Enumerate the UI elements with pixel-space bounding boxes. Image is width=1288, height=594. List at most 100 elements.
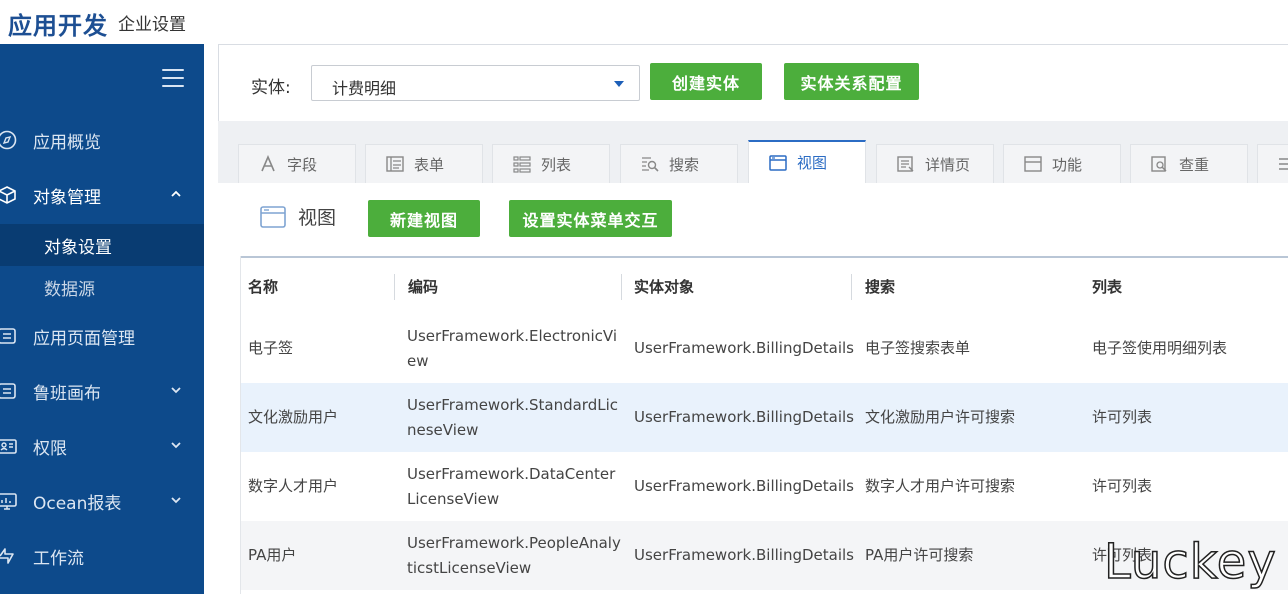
tab-label: 详情页 bbox=[925, 155, 971, 174]
create-entity-button[interactable]: 创建实体 bbox=[650, 63, 762, 100]
list-icon bbox=[1279, 158, 1288, 170]
tab-label: 功能 bbox=[1052, 155, 1083, 174]
tab-lists[interactable]: 列表 bbox=[492, 144, 610, 183]
column-header-search[interactable]: 搜索 bbox=[865, 258, 895, 314]
list-icon bbox=[513, 156, 531, 173]
tab-label: 列表 bbox=[541, 155, 572, 174]
app-subtitle[interactable]: 企业设置 bbox=[118, 10, 186, 35]
table-header: 名称 编码 实体对象 搜索 列表 bbox=[241, 256, 1288, 314]
tab-label: 搜索 bbox=[669, 155, 700, 174]
table-row[interactable]: 数字人才用户 UserFramework.DataCenterLicenseVi… bbox=[241, 452, 1288, 521]
tab-search[interactable]: 搜索 bbox=[620, 144, 738, 183]
column-header-code[interactable]: 编码 bbox=[408, 258, 438, 314]
sidebar-subitem-data-source[interactable]: 数据源 bbox=[0, 266, 204, 308]
new-view-button[interactable]: 新建视图 bbox=[368, 200, 480, 237]
app-title: 应用开发 bbox=[8, 12, 108, 40]
view-panel: 视图 新建视图 设置实体菜单交互 名称 编码 实体对象 搜索 列表 电子签 Us… bbox=[218, 183, 1288, 594]
cell-code: UserFramework.DataCenterLicenseView bbox=[407, 464, 616, 508]
sidebar-item-ocean-reports[interactable]: Ocean报表 bbox=[0, 475, 204, 527]
tab-label: 表单 bbox=[414, 155, 445, 174]
chevron-up-icon bbox=[171, 190, 181, 197]
tab-functions[interactable]: 功能 bbox=[1003, 144, 1121, 183]
cell-entity: UserFramework.BillingDetails bbox=[634, 546, 854, 564]
form-icon bbox=[386, 156, 404, 172]
tab-more[interactable] bbox=[1257, 144, 1288, 183]
view-title-text: 视图 bbox=[298, 207, 337, 229]
sidebar-item-label: 鲁班画布 bbox=[33, 383, 101, 404]
tab-label: 字段 bbox=[287, 155, 318, 174]
column-header-list[interactable]: 列表 bbox=[1092, 258, 1122, 314]
column-divider[interactable] bbox=[394, 274, 395, 300]
cell-name: 文化激励用户 bbox=[248, 408, 339, 426]
cell-code: UserFramework.StandardLicneseView bbox=[407, 395, 619, 439]
duplicate-check-icon bbox=[1151, 156, 1167, 172]
cell-name: 数字人才用户 bbox=[248, 477, 339, 495]
sidebar-item-permissions[interactable]: 权限 bbox=[0, 420, 204, 472]
sidebar-item-label: 应用页面管理 bbox=[33, 328, 135, 349]
cell-entity: UserFramework.BillingDetails bbox=[634, 339, 854, 357]
view-section-title: 视图 bbox=[260, 203, 336, 230]
entity-menu-interaction-button[interactable]: 设置实体菜单交互 bbox=[509, 200, 672, 237]
main-content: 实体: 计费明细 创建实体 实体关系配置 字段 表单 列表 搜索 视图 详情页 … bbox=[218, 44, 1288, 594]
chevron-down-icon bbox=[171, 387, 181, 394]
sidebar-item-overview[interactable]: 应用概览 bbox=[0, 114, 204, 166]
sidebar-item-workflow[interactable]: 工作流 bbox=[0, 530, 204, 582]
entity-select-value: 计费明细 bbox=[332, 79, 397, 98]
canvas-icon bbox=[0, 383, 16, 399]
sidebar: 应用概览 对象管理 对象设置 数据源 应用页面管理 鲁班画布 权限 Ocean报… bbox=[0, 44, 204, 594]
tab-views[interactable]: 视图 bbox=[748, 140, 866, 183]
entity-relation-config-button[interactable]: 实体关系配置 bbox=[784, 63, 919, 100]
cell-code: UserFramework.PeopleAnalyticstLicenseVie… bbox=[407, 533, 621, 577]
cube-icon bbox=[0, 186, 16, 204]
tab-detail-page[interactable]: 详情页 bbox=[876, 144, 994, 183]
window-icon bbox=[769, 154, 787, 171]
chevron-down-icon bbox=[171, 442, 181, 449]
cell-search: 数字人才用户许可搜索 bbox=[865, 477, 1016, 495]
dropdown-caret-icon bbox=[614, 81, 624, 87]
tab-fields[interactable]: 字段 bbox=[238, 144, 356, 183]
tab-label: 视图 bbox=[797, 154, 828, 172]
detail-icon bbox=[897, 156, 914, 172]
page-icon bbox=[0, 328, 16, 344]
tab-label: 查重 bbox=[1179, 155, 1210, 174]
column-divider[interactable] bbox=[851, 274, 852, 300]
function-icon bbox=[1024, 156, 1042, 172]
sidebar-item-luban-canvas[interactable]: 鲁班画布 bbox=[0, 365, 204, 417]
cell-entity: UserFramework.BillingDetails bbox=[634, 477, 854, 495]
flow-icon bbox=[0, 548, 14, 564]
cell-name: PA用户 bbox=[248, 546, 297, 564]
sidebar-item-object-management[interactable]: 对象管理 bbox=[0, 169, 204, 221]
column-header-entity[interactable]: 实体对象 bbox=[634, 258, 694, 314]
column-header-name[interactable]: 名称 bbox=[248, 258, 278, 314]
cell-search: 文化激励用户许可搜索 bbox=[865, 408, 1016, 426]
sidebar-item-label: Ocean报表 bbox=[33, 493, 122, 514]
sidebar-item-page-management[interactable]: 应用页面管理 bbox=[0, 310, 204, 362]
table-row[interactable]: 文化激励用户 UserFramework.StandardLicneseView… bbox=[241, 383, 1288, 452]
entity-tabs: 字段 表单 列表 搜索 视图 详情页 功能 查重 bbox=[218, 140, 1288, 183]
watermark-text: Luckey bbox=[1103, 533, 1277, 591]
cell-name: 电子签 bbox=[248, 339, 294, 357]
cell-list: 许可列表 bbox=[1092, 477, 1153, 495]
entity-label: 实体: bbox=[251, 78, 291, 98]
tab-forms[interactable]: 表单 bbox=[365, 144, 483, 183]
chevron-down-icon bbox=[171, 497, 181, 504]
top-header: 应用开发 企业设置 bbox=[0, 0, 1288, 44]
search-list-icon bbox=[642, 157, 659, 172]
id-card-icon bbox=[0, 439, 17, 454]
entity-toolbar: 实体: 计费明细 创建实体 实体关系配置 bbox=[218, 44, 1288, 121]
sidebar-item-label: 应用概览 bbox=[33, 132, 101, 153]
entity-select[interactable]: 计费明细 bbox=[311, 65, 640, 101]
table-row[interactable]: 电子签 UserFramework.ElectronicView UserFra… bbox=[241, 314, 1288, 383]
font-icon bbox=[261, 155, 275, 172]
cell-code: UserFramework.ElectronicView bbox=[407, 326, 618, 370]
sidebar-item-label: 工作流 bbox=[33, 548, 84, 569]
monitor-icon bbox=[0, 493, 17, 510]
tab-duplicate-check[interactable]: 查重 bbox=[1130, 144, 1248, 183]
sidebar-item-label: 对象管理 bbox=[33, 187, 101, 208]
column-divider[interactable] bbox=[621, 274, 622, 300]
window-icon bbox=[260, 205, 286, 228]
sidebar-item-label: 权限 bbox=[33, 438, 67, 459]
menu-toggle-icon[interactable] bbox=[162, 69, 184, 87]
sidebar-subitem-object-settings[interactable]: 对象设置 bbox=[0, 224, 204, 266]
cell-search: 电子签搜索表单 bbox=[865, 339, 971, 357]
